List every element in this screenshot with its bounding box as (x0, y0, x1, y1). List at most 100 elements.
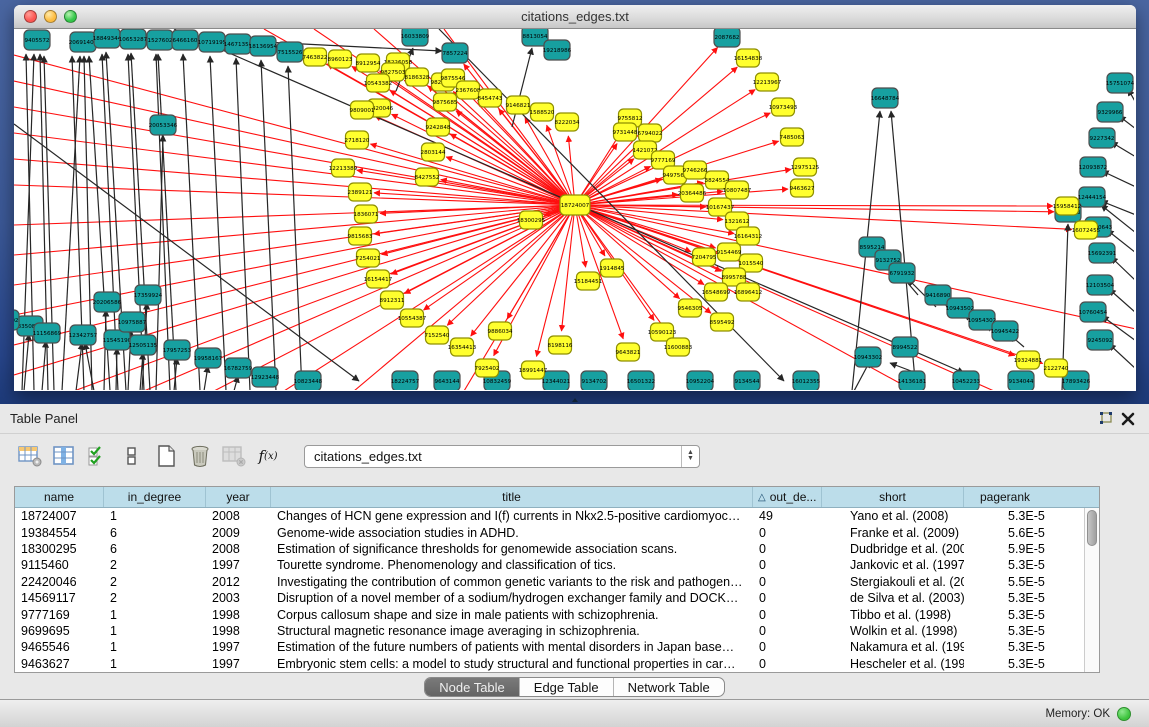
network-node[interactable]: 9227342 (1089, 128, 1115, 148)
close-panel-icon[interactable] (1117, 409, 1139, 429)
tab-edge-table[interactable]: Edge Table (520, 678, 614, 696)
table-vertical-scrollbar[interactable] (1084, 508, 1099, 672)
table-options-icon[interactable] (16, 442, 44, 470)
network-node[interactable]: 10452233 (952, 371, 981, 390)
network-node[interactable]: 12093872 (1079, 157, 1107, 177)
network-node[interactable]: 15751074 (1106, 73, 1134, 93)
network-node[interactable]: 16033809 (401, 29, 430, 46)
column-header-year[interactable]: year (206, 487, 271, 507)
network-node-selected[interactable]: 9546305 (678, 299, 703, 317)
network-node-selected[interactable]: 9731448 (613, 123, 638, 141)
network-node-selected[interactable]: 2122740 (1044, 359, 1069, 377)
network-node[interactable]: 10653287 (119, 29, 148, 49)
network-node-selected[interactable]: 12213389 (329, 159, 358, 177)
column-header-short[interactable]: short (822, 487, 964, 507)
network-node[interactable]: 16782759 (224, 358, 253, 378)
table-row[interactable]: 977716911998Corpus callosum shape and si… (15, 606, 1085, 622)
network-node[interactable]: 12505135 (129, 335, 158, 355)
delete-rows-icon[interactable] (186, 442, 214, 470)
table-dropdown[interactable]: citations_edges.txt ▲▼ (304, 445, 700, 468)
network-node[interactable]: 12342757 (69, 325, 98, 345)
network-node[interactable]: 20206586 (93, 292, 122, 312)
network-node[interactable]: 12103504 (1086, 275, 1115, 295)
network-node[interactable]: 20691406 (69, 32, 98, 52)
network-node[interactable]: 9405572 (24, 30, 50, 50)
network-node[interactable]: 1527602 (147, 30, 173, 50)
network-node-selected[interactable]: 8454743 (478, 89, 503, 107)
network-node[interactable]: 14136181 (898, 371, 927, 390)
network-node-selected[interactable]: 18991447 (519, 361, 548, 379)
network-node[interactable]: 11156869 (33, 323, 62, 343)
network-node-selected[interactable]: 7925402 (475, 359, 500, 377)
network-node-selected[interactable]: 10807487 (723, 181, 752, 199)
network-node-selected[interactable]: 8222034 (555, 113, 580, 131)
network-node[interactable]: 12444154 (1078, 187, 1107, 207)
network-node[interactable]: 10823448 (294, 371, 323, 390)
network-node-selected[interactable]: 9875685 (433, 93, 458, 111)
network-node[interactable]: 9134544 (734, 371, 760, 390)
column-header-title[interactable]: title (271, 487, 753, 507)
column-header-pagerank[interactable]: pagerank (964, 487, 1046, 507)
table-row[interactable]: 1830029562008Estimation of significance … (15, 541, 1085, 557)
network-node-selected[interactable]: 16164312 (734, 227, 762, 245)
table-row[interactable]: 946554611997Estimation of the future num… (15, 639, 1085, 655)
network-node[interactable]: 17359924 (134, 285, 163, 305)
panel-splitter-handle[interactable] (570, 398, 580, 403)
column-header-out-degree[interactable]: △ out_de... (753, 487, 822, 507)
table-row[interactable]: 1872400712008Changes of HCN gene express… (15, 508, 1085, 524)
tab-network-table[interactable]: Network Table (614, 678, 724, 696)
network-node-selected[interactable]: 11600883 (664, 338, 693, 356)
minimize-window-button[interactable] (44, 10, 57, 23)
network-node-selected[interactable]: 15184451 (574, 272, 603, 290)
network-node[interactable]: 9329966 (1097, 102, 1123, 122)
network-node-selected[interactable]: 16072455 (1072, 221, 1101, 239)
network-node[interactable]: 17957253 (163, 340, 192, 360)
delete-table-icon[interactable] (220, 442, 248, 470)
network-window[interactable]: citations_edges.txt 94055722069140618849… (14, 5, 1136, 391)
network-node-selected[interactable]: 9886034 (488, 322, 513, 340)
network-node-selected[interactable]: 2389121 (348, 183, 373, 201)
network-node-selected[interactable]: 8595492 (710, 313, 735, 331)
network-node-selected[interactable]: 18724007 (560, 195, 590, 215)
network-node-selected[interactable]: 2718120 (345, 131, 370, 149)
table-row[interactable]: 2242004622012Investigating the contribut… (15, 574, 1085, 590)
show-column-icon[interactable] (50, 442, 78, 470)
network-node-selected[interactable]: 7485063 (780, 128, 805, 146)
network-node[interactable]: 10952204 (686, 371, 715, 390)
network-node[interactable]: 15692391 (1088, 243, 1117, 263)
network-node-selected[interactable]: 9643821 (616, 343, 641, 361)
network-node[interactable]: 6791932 (889, 263, 915, 283)
network-node[interactable]: 6466160 (172, 30, 198, 50)
table-row[interactable]: 1456911722003Disruption of a novel membe… (15, 590, 1085, 606)
table-row[interactable]: 969969511998Structural magnetic resonanc… (15, 623, 1085, 639)
network-node-selected[interactable]: 15958412 (1053, 197, 1081, 215)
network-node-selected[interactable]: 1588520 (530, 103, 555, 121)
network-node-selected[interactable]: 16154838 (734, 49, 763, 67)
close-window-button[interactable] (24, 10, 37, 23)
network-node-selected[interactable]: 1836071 (354, 205, 379, 223)
network-node-selected[interactable]: 8912311 (380, 291, 405, 309)
network-node-selected[interactable]: 10554387 (398, 309, 427, 327)
float-panel-icon[interactable] (1095, 409, 1117, 429)
table-row[interactable]: 911546021997Tourette syndrome. Phenomeno… (15, 557, 1085, 573)
network-node[interactable]: 16648784 (871, 88, 900, 108)
network-node[interactable]: 9643144 (434, 371, 460, 390)
network-node-selected[interactable]: 1914845 (600, 259, 625, 277)
network-node-selected[interactable]: 9154469 (717, 243, 742, 261)
network-node-selected[interactable]: 8960123 (328, 50, 353, 68)
column-header-name[interactable]: name (15, 487, 104, 507)
network-node[interactable]: 12923448 (251, 367, 280, 387)
network-node[interactable]: 18224757 (391, 371, 420, 390)
function-builder-icon[interactable]: f(x) (254, 442, 282, 470)
network-node-selected[interactable]: 8427552 (415, 168, 440, 186)
network-node-selected[interactable]: 9242848 (426, 118, 451, 136)
network-node[interactable]: 3919902 (14, 310, 19, 330)
table-row[interactable]: 1938455462009Genome-wide association stu… (15, 524, 1085, 540)
network-node-selected[interactable]: 12975125 (791, 158, 820, 176)
network-node-selected[interactable]: 16354413 (448, 338, 477, 356)
network-node[interactable]: 7857224 (442, 43, 468, 63)
window-titlebar[interactable]: citations_edges.txt (14, 5, 1136, 29)
network-node-selected[interactable]: 7152540 (425, 326, 450, 344)
network-node[interactable]: 10719195 (198, 32, 227, 52)
network-node-selected[interactable]: 8186328 (405, 68, 430, 86)
